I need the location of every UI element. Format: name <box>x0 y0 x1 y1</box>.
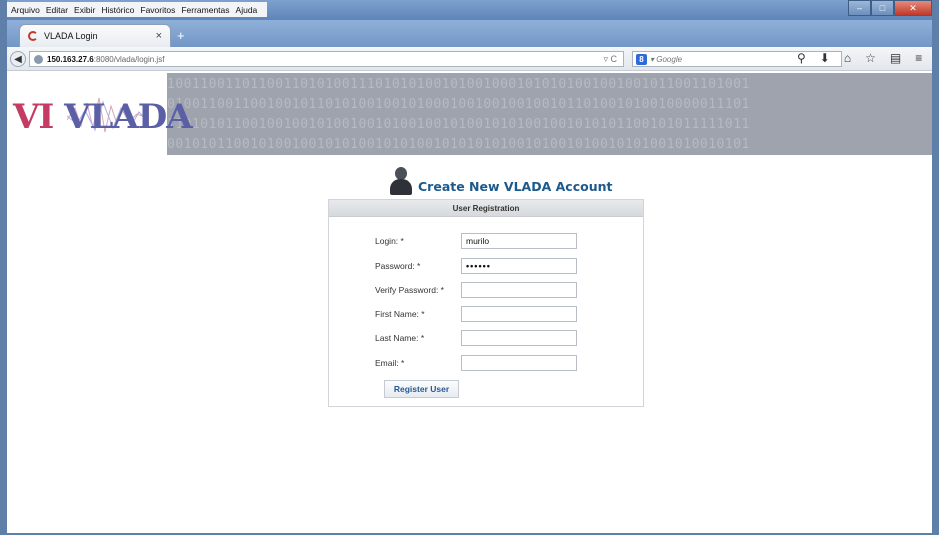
back-button[interactable]: ◀ <box>10 51 26 67</box>
reload-icon[interactable]: ▿ C <box>603 54 617 65</box>
menu-bar: Arquivo Editar Exibir Histórico Favorito… <box>7 2 268 17</box>
verify-password-row: Verify Password: * <box>375 282 577 298</box>
password-label: Password: * <box>375 261 421 271</box>
menu-favoritos[interactable]: Favoritos <box>140 5 175 15</box>
navigation-bar: ◀ 150.163.27.6 :8080/vlada/login.jsf ▿ C… <box>7 47 932 71</box>
bits-row: 0010101100101001001010100101010010101010… <box>167 137 750 152</box>
site-banner: 1001100110110011010100111010101001010010… <box>7 73 932 155</box>
password-row: Password: * •••••• <box>375 258 577 274</box>
menu-ferramentas[interactable]: Ferramentas <box>181 5 229 15</box>
bits-row: 1001100110110011010100111010101001010010… <box>167 77 750 92</box>
email-row: Email: * <box>375 355 577 371</box>
home-icon[interactable]: ⌂ <box>844 51 851 65</box>
tab-close-icon[interactable]: × <box>156 30 162 42</box>
close-window-button[interactable]: ✕ <box>894 0 932 16</box>
menu-exibir[interactable]: Exibir <box>74 5 95 15</box>
loading-icon <box>28 31 38 41</box>
download-icon[interactable]: ⬇ <box>820 51 830 65</box>
login-row: Login: * murilo <box>375 233 577 249</box>
url-path: :8080/vlada/login.jsf <box>93 54 165 64</box>
arrow-left-icon: ◀ <box>14 53 22 65</box>
verify-password-input[interactable] <box>461 282 577 298</box>
menu-historico[interactable]: Histórico <box>101 5 134 15</box>
tab-vlada-login[interactable]: VLADA Login × <box>19 24 171 47</box>
url-bar[interactable]: 150.163.27.6 :8080/vlada/login.jsf ▿ C <box>29 51 624 67</box>
globe-icon <box>34 54 43 64</box>
bits-row: 0100110011001001011010100100101000100100… <box>167 97 750 112</box>
last-name-row: Last Name: * <box>375 330 577 346</box>
bookmarks-icon[interactable]: ▤ <box>890 51 901 65</box>
last-name-input[interactable] <box>461 330 577 346</box>
bookmark-star-icon[interactable]: ☆ <box>865 51 876 65</box>
page-title: Create New VLADA Account <box>418 179 613 194</box>
search-placeholder: ▾ Google <box>650 54 683 64</box>
login-label: Login: * <box>375 236 404 246</box>
url-host: 150.163.27.6 <box>47 54 94 64</box>
search-icon[interactable]: ⚲ <box>797 51 806 65</box>
user-icon <box>388 167 414 195</box>
maximize-button[interactable]: □ <box>871 0 894 16</box>
menu-arquivo[interactable]: Arquivo <box>11 5 40 15</box>
login-input[interactable]: murilo <box>461 233 577 249</box>
password-input[interactable]: •••••• <box>461 258 577 274</box>
binary-background: 1001100110110011010100111010101001010010… <box>167 73 932 155</box>
registration-panel: User Registration Login: * murilo Passwo… <box>328 199 644 407</box>
new-tab-button[interactable]: + <box>177 28 185 43</box>
panel-header: User Registration <box>329 200 643 217</box>
title-bar: Arquivo Editar Exibir Histórico Favorito… <box>7 0 932 20</box>
form-header: Create New VLADA Account <box>388 167 612 195</box>
menu-icon[interactable]: ≡ <box>915 51 922 65</box>
browser-window: Arquivo Editar Exibir Histórico Favorito… <box>0 0 939 535</box>
first-name-row: First Name: * <box>375 306 577 322</box>
vlada-logo: VI VLADA <box>13 97 193 137</box>
email-label: Email: * <box>375 358 405 368</box>
menu-ajuda[interactable]: Ajuda <box>236 5 258 15</box>
google-icon: 8 <box>636 53 647 65</box>
bits-row: 1101010110010010010100100101001001010010… <box>167 117 750 132</box>
menu-editar[interactable]: Editar <box>46 5 68 15</box>
tab-strip: VLADA Login × + <box>7 20 932 47</box>
tab-title: VLADA Login <box>44 31 98 41</box>
first-name-input[interactable] <box>461 306 577 322</box>
last-name-label: Last Name: * <box>375 333 425 343</box>
minimize-button[interactable]: – <box>848 0 871 16</box>
toolbar-icons: ⚲ ⬇ ⌂ ☆ ▤ ≡ <box>797 51 922 65</box>
first-name-label: First Name: * <box>375 309 425 319</box>
register-user-button[interactable]: Register User <box>384 380 459 398</box>
verify-password-label: Verify Password: * <box>375 285 444 295</box>
logo-vi: VI <box>13 97 54 137</box>
logo-vlada: VLADA <box>64 97 193 137</box>
window-controls: – □ ✕ <box>848 0 932 16</box>
email-input[interactable] <box>461 355 577 371</box>
